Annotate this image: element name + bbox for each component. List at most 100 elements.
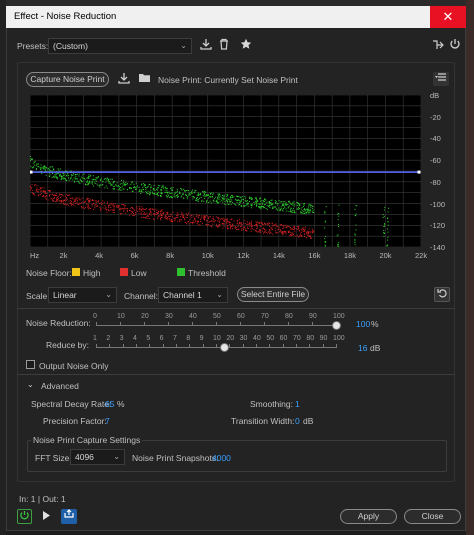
threshold-point [239,196,241,198]
slider-knob[interactable] [331,321,341,330]
threshold-point [138,186,140,188]
low-point [104,208,106,210]
graph-menu-icon[interactable] [433,72,449,86]
low-point [307,235,309,237]
favorite-star-icon[interactable] [239,38,253,52]
effect-power-icon[interactable] [17,509,32,524]
reset-icon[interactable] [434,287,450,302]
noise-reduction-value[interactable]: 100 [356,319,370,329]
threshold-point [155,193,157,195]
low-point [107,208,109,210]
threshold-point [133,183,135,185]
low-point [31,184,33,186]
route-icon[interactable] [431,39,445,53]
threshold-point [302,212,304,214]
snapshots-value[interactable]: 4000 [212,453,231,463]
threshold-point [62,178,64,180]
low-point [118,205,120,207]
transition-width-value[interactable]: 0 [295,416,300,426]
threshold-point [166,189,168,191]
play-icon[interactable] [39,510,53,524]
threshold-point [86,177,88,179]
threshold-point [300,212,302,214]
spectral-decay-value[interactable]: 65 [105,399,114,409]
output-noise-only-checkbox[interactable] [26,360,35,369]
low-point [156,209,158,211]
transition-width-label: Transition Width: [231,416,295,426]
reduce-by-value[interactable]: 16 [358,343,367,353]
save-preset-icon[interactable] [199,38,213,52]
low-point [191,221,193,223]
close-window-button[interactable]: ✕ [430,6,466,28]
low-point [219,220,221,222]
threshold-point [164,187,166,189]
low-point [88,207,90,209]
threshold-point [271,199,273,201]
low-point [208,218,210,220]
threshold-point [337,234,339,236]
noise-reduction-slider[interactable]: 0 10 20 30 40 50 60 70 80 90 100 [93,313,345,331]
low-point [54,194,56,196]
capture-noise-print-button[interactable]: Capture Noise Print [26,72,109,87]
low-point [222,222,224,224]
threshold-point [170,192,172,194]
slider-tick [176,344,177,348]
presets-dropdown[interactable]: (Custom) ⌄ [48,38,192,54]
threshold-point [203,190,205,192]
threshold-point [292,201,294,203]
low-point [99,202,101,204]
slider-knob[interactable] [219,343,229,352]
threshold-point [113,189,115,191]
threshold-handle-right[interactable] [417,170,421,174]
low-point [174,217,176,219]
chevron-down-icon[interactable]: ⌄ [27,380,34,389]
precision-factor-value[interactable]: 7 [105,416,110,426]
threshold-point [91,181,93,183]
low-point [299,230,301,232]
low-point [59,202,61,204]
low-point [231,228,233,230]
low-point [247,223,249,225]
threshold-point [287,201,289,203]
low-point [136,206,138,208]
open-folder-icon[interactable] [137,72,151,86]
select-entire-file-button[interactable]: Select Entire File [237,287,309,302]
close-button[interactable]: Close [404,509,461,524]
threshold-point [203,200,205,202]
threshold-point [126,183,128,185]
low-point [109,204,111,206]
low-point [202,223,204,225]
low-point [195,220,197,222]
scale-dropdown[interactable]: Linear ⌄ [48,287,117,303]
power-icon[interactable] [448,38,462,52]
low-point [188,212,190,214]
low-point [226,221,228,223]
noise-print-graph[interactable] [30,95,421,247]
low-point [73,204,75,206]
fft-size-dropdown[interactable]: 4096 ⌄ [70,449,125,465]
loop-playback-icon[interactable] [61,509,77,524]
threshold-point [282,209,284,211]
low-point [307,233,309,235]
save-noise-print-icon[interactable] [117,72,131,86]
fft-size-value: 4096 [75,452,94,462]
threshold-point [121,179,123,181]
low-point [192,215,194,217]
db-tick-label: dB [430,91,440,100]
threshold-point [292,203,294,205]
apply-button[interactable]: Apply [340,509,397,524]
threshold-point [70,174,72,176]
low-point [241,229,243,231]
delete-preset-icon[interactable] [217,38,231,52]
low-point [279,224,281,226]
low-point [268,229,270,231]
smoothing-value[interactable]: 1 [295,399,300,409]
low-point [116,207,118,209]
channel-dropdown[interactable]: Channel 1 ⌄ [158,287,228,303]
advanced-toggle[interactable]: Advanced [41,381,79,391]
threshold-handle-left[interactable] [30,170,33,174]
threshold-point [101,184,103,186]
reduce-by-slider[interactable]: 1 2 3 4 5 6 7 8 9 10 20 30 40 50 60 70 80 90 100 [93,335,345,353]
threshold-point [337,223,339,225]
threshold-point [188,193,190,195]
